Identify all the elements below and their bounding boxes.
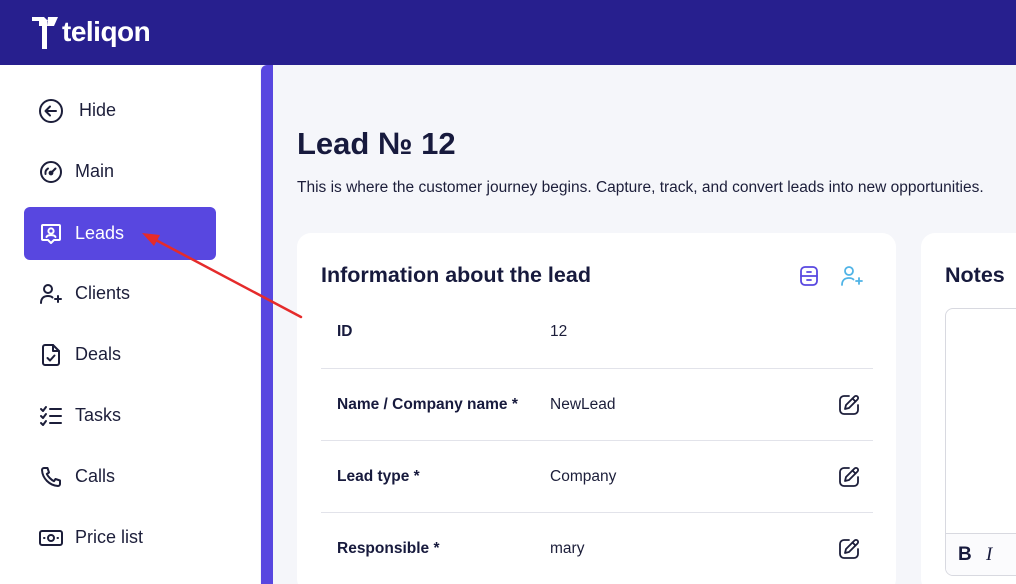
notes-card: Notes B I: [921, 233, 1016, 584]
field-label: ID: [337, 323, 353, 340]
bold-button[interactable]: B: [958, 544, 972, 566]
app-logo[interactable]: teliqon: [30, 14, 151, 50]
lead-info-card: Information about the lead ID 12 Name / …: [297, 233, 896, 584]
top-bar: teliqon: [0, 0, 1016, 65]
field-value: Company: [550, 468, 617, 485]
sidebar-item-deals[interactable]: Deals: [24, 328, 216, 381]
sidebar-hide-label: Hide: [79, 100, 117, 120]
logo-icon: [32, 17, 58, 49]
page-subtitle: This is where the customer journey begin…: [297, 179, 984, 196]
sidebar-item-label: Main: [75, 161, 115, 181]
card-title: Information about the lead: [321, 263, 591, 287]
sidebar-item-clients[interactable]: Clients: [24, 267, 216, 320]
gauge-icon: [38, 159, 64, 185]
checklist-icon: [38, 403, 64, 429]
cash-icon: [38, 525, 64, 551]
notes-title: Notes: [945, 263, 1005, 287]
sidebar-item-tasks[interactable]: Tasks: [24, 389, 216, 442]
field-value: mary: [550, 540, 585, 557]
archive-icon: [800, 266, 818, 286]
document-check-icon: [38, 342, 64, 368]
field-value: NewLead: [550, 396, 616, 413]
sidebar-item-label: Deals: [75, 344, 122, 364]
logo-text: teliqon: [62, 16, 151, 47]
sidebar-item-label: Leads: [75, 223, 125, 243]
field-label: Lead type *: [337, 468, 420, 485]
sidebar-item-price-list[interactable]: Price list: [24, 511, 216, 564]
field-label: Responsible *: [337, 540, 440, 557]
sidebar: [0, 65, 260, 584]
info-row-lead-type: Lead type * Company: [321, 440, 873, 512]
arrow-left-circle-icon: [38, 98, 64, 124]
user-plus-icon: [38, 281, 64, 307]
edit-icon: [839, 539, 859, 559]
edit-icon: [839, 395, 859, 415]
field-label: Name / Company name *: [337, 396, 518, 413]
info-row-id: ID 12: [321, 296, 873, 368]
edit-icon: [839, 467, 859, 487]
notes-editor[interactable]: B I: [945, 308, 1016, 576]
info-row-responsible: Responsible * mary: [321, 512, 873, 584]
lead-badge-icon: [38, 221, 64, 247]
field-value: 12: [550, 323, 568, 340]
page-title: Lead № 12: [297, 126, 456, 161]
sidebar-item-leads[interactable]: Leads: [24, 207, 216, 260]
convert-to-client-button[interactable]: [839, 263, 865, 289]
sidebar-item-main[interactable]: Main: [24, 145, 216, 198]
archive-button[interactable]: [796, 263, 822, 289]
edit-lead-type-button[interactable]: [835, 463, 863, 491]
sidebar-item-calls[interactable]: Calls: [24, 450, 216, 503]
sidebar-item-label: Tasks: [75, 405, 122, 425]
phone-icon: [38, 464, 64, 490]
edit-responsible-button[interactable]: [835, 535, 863, 563]
sidebar-item-label: Clients: [75, 283, 131, 303]
italic-button[interactable]: I: [986, 544, 992, 566]
notes-toolbar: B I: [946, 533, 1016, 575]
sidebar-item-label: Calls: [75, 466, 116, 486]
edit-name-button[interactable]: [835, 391, 863, 419]
info-row-name: Name / Company name * NewLead: [321, 368, 873, 440]
sidebar-hide-button[interactable]: Hide: [24, 84, 216, 137]
sidebar-resize-rail[interactable]: [261, 65, 273, 584]
user-plus-icon: [841, 266, 863, 286]
sidebar-item-label: Price list: [75, 527, 144, 547]
